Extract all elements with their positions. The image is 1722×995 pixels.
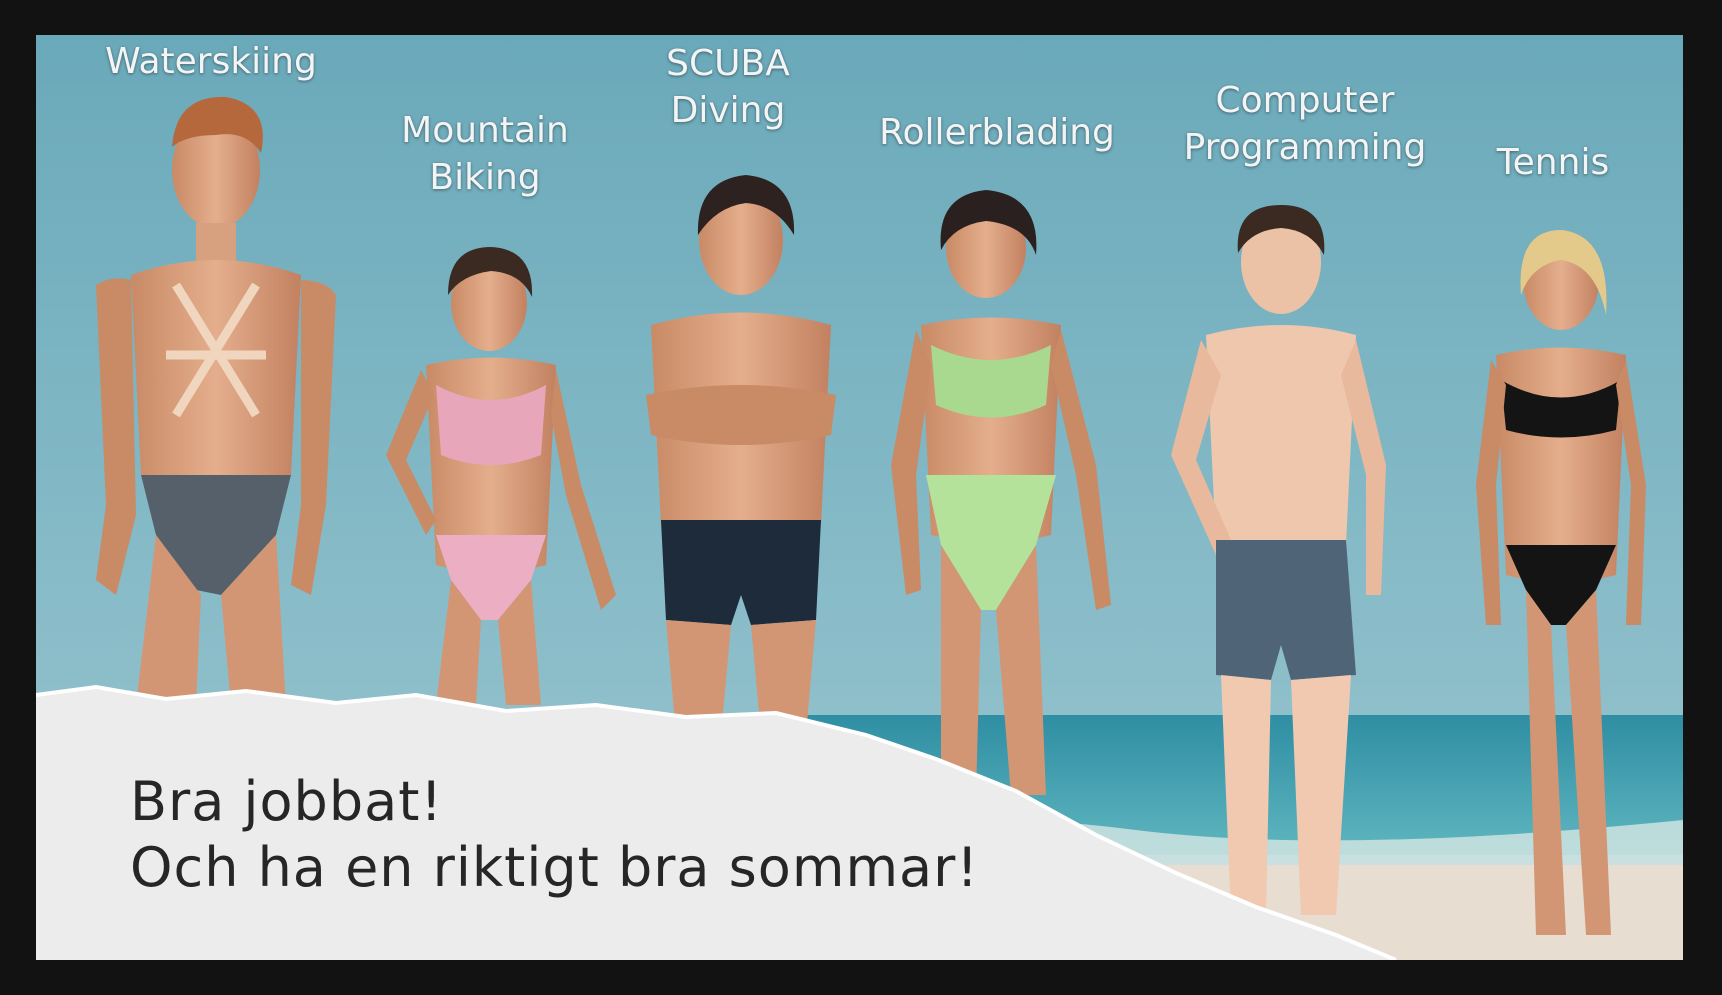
- label-line: Computer: [1215, 80, 1395, 121]
- label-waterskiing: Waterskiing: [105, 38, 317, 85]
- label-line: Biking: [429, 157, 541, 198]
- label-scuba-diving: SCUBA Diving: [666, 40, 790, 134]
- label-line: Tennis: [1496, 142, 1610, 183]
- caption-line-1: Bra jobbat!: [130, 770, 444, 833]
- label-line: Programming: [1183, 127, 1427, 168]
- label-line: Diving: [670, 90, 786, 131]
- label-line: Waterskiing: [105, 41, 317, 82]
- caption-line-2: Och ha en riktigt bra sommar!: [130, 836, 979, 899]
- slide: Waterskiing Mountain Biking SCUBA Diving…: [36, 35, 1683, 960]
- label-mountain-biking: Mountain Biking: [401, 107, 569, 201]
- label-computer-programming: Computer Programming: [1184, 77, 1427, 171]
- caption: Bra jobbat! Och ha en riktigt bra sommar…: [130, 769, 979, 901]
- label-line: Mountain: [401, 110, 569, 151]
- label-line: Rollerblading: [879, 112, 1115, 153]
- label-rollerblading: Rollerblading: [879, 109, 1115, 156]
- label-line: SCUBA: [666, 43, 790, 84]
- label-tennis: Tennis: [1497, 139, 1609, 186]
